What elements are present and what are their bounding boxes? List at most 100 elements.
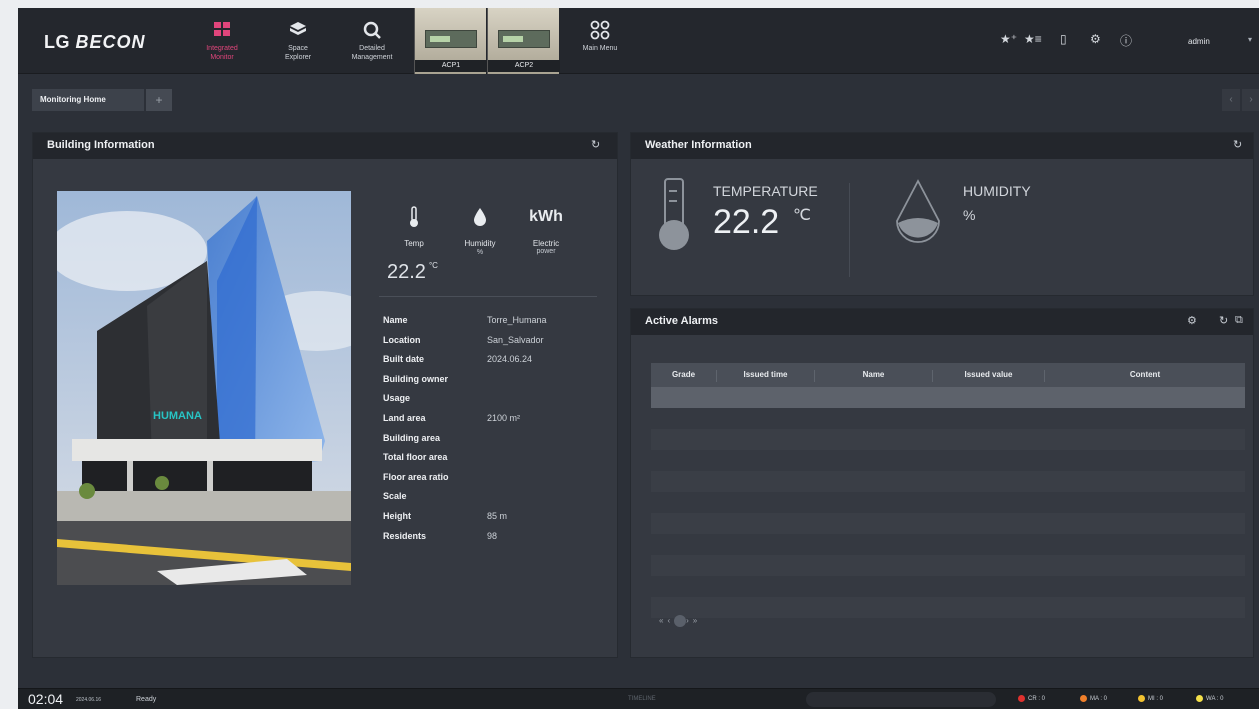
detail-key: Built date <box>383 354 425 365</box>
detail-key: Height <box>383 510 411 521</box>
detailed-management-icon <box>363 21 381 39</box>
detail-row-floor-area-ratio: Floor area ratio <box>383 472 623 492</box>
top-navigation-bar: LG BECON Integrated Monitor Space Explor… <box>18 8 1259 74</box>
thermometer-icon <box>659 178 689 250</box>
thermometer-icon <box>379 205 449 229</box>
settings-icon[interactable]: ⚙ <box>1090 32 1101 46</box>
table-row[interactable] <box>651 408 1245 429</box>
table-row[interactable] <box>651 513 1245 534</box>
clock-time: 02:04 <box>28 691 64 707</box>
status-badge-warning[interactable]: WA : 0 <box>1196 695 1223 702</box>
nav-space-explorer[interactable]: Space Explorer <box>266 12 330 74</box>
minor-dot-icon <box>1138 695 1145 702</box>
metric-label-line2: power <box>536 248 556 255</box>
detail-row-scale: Scale <box>383 491 623 511</box>
refresh-icon[interactable]: ↻ <box>1219 314 1228 327</box>
kwh-icon: kWh <box>529 208 563 225</box>
table-row[interactable] <box>651 534 1245 555</box>
section-divider <box>379 296 597 297</box>
detail-row-name: Name Torre_Humana <box>383 315 623 335</box>
device-screen <box>425 30 477 48</box>
detail-row-residents: Residents 98 <box>383 531 623 551</box>
info-icon[interactable]: ⓘ <box>1120 32 1132 49</box>
settings-icon[interactable]: ⚙ <box>1187 314 1197 327</box>
status-badge-critical[interactable]: CR : 0 <box>1018 695 1045 702</box>
clipboard-icon[interactable]: ▯ <box>1060 32 1067 46</box>
detail-value: Torre_Humana <box>487 315 547 325</box>
favorite-add-icon[interactable]: ★⁺ <box>1000 32 1017 46</box>
detail-key: Building owner <box>383 373 448 384</box>
badge-label: MA : 0 <box>1090 696 1108 703</box>
detail-value: 85 m <box>487 510 508 521</box>
detail-row-built-date: Built date 2024.06.24 <box>383 354 623 374</box>
temperature-value: 22.2 <box>713 203 780 241</box>
refresh-icon[interactable]: ↻ <box>591 138 600 151</box>
prev-page-icon[interactable]: ‹ <box>667 616 674 625</box>
status-badge-minor[interactable]: MI : 0 <box>1138 695 1163 702</box>
nav-main-menu[interactable]: Main Menu <box>568 12 632 74</box>
humidity-label: HUMIDITY <box>963 183 1031 199</box>
detail-row-building-owner: Building owner <box>383 374 623 394</box>
next-page-icon[interactable]: › <box>686 616 693 625</box>
nav-integrated-monitor[interactable]: Integrated Monitor <box>190 12 254 74</box>
tab-monitoring-home[interactable]: Monitoring Home <box>32 89 144 111</box>
tab-scroll-right-icon[interactable]: › <box>1242 89 1259 111</box>
table-row[interactable] <box>651 387 1245 408</box>
current-page-indicator[interactable] <box>674 615 687 627</box>
logo-prefix: LG <box>44 32 70 52</box>
alarm-table-header: Grade Issued time Name Issued value Cont… <box>651 363 1245 387</box>
timeline-label[interactable]: TIMELINE <box>628 696 656 702</box>
nav-detailed-management[interactable]: Detailed Management <box>340 12 404 74</box>
status-bar: 02:04 2024.06.16 Ready TIMELINE CR : 0 M… <box>18 688 1259 709</box>
add-tab-button[interactable]: + <box>146 89 172 111</box>
metric-electric-power: kWh Electric power <box>511 205 581 255</box>
device-thumb-acp2[interactable]: ACP2 <box>487 8 560 74</box>
table-row[interactable] <box>651 492 1245 513</box>
table-row[interactable] <box>651 471 1245 492</box>
temp-value: 22.2 <box>387 261 426 283</box>
column-header-issued-time[interactable]: Issued time <box>717 370 815 382</box>
refresh-icon[interactable]: ↻ <box>1233 138 1242 151</box>
column-header-name[interactable]: Name <box>815 370 933 382</box>
metric-humidity: Humidity % <box>445 205 515 256</box>
popout-icon[interactable]: ⧉ <box>1235 314 1243 327</box>
app-window: LG BECON Integrated Monitor Space Explor… <box>18 8 1259 709</box>
badge-label: WA : 0 <box>1206 696 1224 703</box>
app-logo[interactable]: LG BECON <box>44 32 146 53</box>
table-row[interactable] <box>651 450 1245 471</box>
detail-row-height: Height 85 m <box>383 511 623 531</box>
building-information-panel: Building Information ↻ HUMANA Temp Humid… <box>32 132 618 658</box>
pagination: «‹ ›» <box>659 615 701 627</box>
user-name[interactable]: admin <box>1188 37 1210 46</box>
metric-temperature: Temp <box>379 205 449 248</box>
favorite-list-icon[interactable]: ★≡ <box>1024 32 1042 46</box>
major-dot-icon <box>1080 695 1087 702</box>
device-thumb-acp1[interactable]: ACP1 <box>414 8 487 74</box>
timeline-search-field[interactable] <box>806 692 996 707</box>
temp-unit: °C <box>428 261 438 270</box>
chevron-down-icon[interactable]: ▾ <box>1248 35 1252 44</box>
panel-title: Weather Information <box>645 139 752 151</box>
tab-scroll-left-icon[interactable]: ‹ <box>1222 89 1240 111</box>
panel-header: Active Alarms ⚙ ↻ ⧉ <box>631 309 1253 335</box>
nav-label: Main Menu <box>582 45 618 52</box>
column-header-issued-value[interactable]: Issued value <box>933 370 1045 382</box>
detail-row-land-area: Land area 2100 m² <box>383 413 623 433</box>
column-header-grade[interactable]: Grade <box>651 370 717 382</box>
table-row[interactable] <box>651 597 1245 618</box>
column-header-content[interactable]: Content <box>1045 370 1245 382</box>
alarm-table: Grade Issued time Name Issued value Cont… <box>651 363 1245 618</box>
nav-label-line2: Explorer <box>284 54 312 61</box>
table-row[interactable] <box>651 429 1245 450</box>
building-illustration: HUMANA <box>57 191 351 585</box>
detail-row-total-floor-area: Total floor area <box>383 452 623 472</box>
integrated-monitor-icon <box>214 22 230 36</box>
weather-body: TEMPERATURE 22.2 ℃ HUMIDITY % <box>631 159 1253 295</box>
last-page-icon[interactable]: » <box>693 616 701 625</box>
detail-row-building-area: Building area <box>383 433 623 453</box>
table-row[interactable] <box>651 576 1245 597</box>
table-row[interactable] <box>651 555 1245 576</box>
detail-row-location: Location San_Salvador <box>383 335 623 355</box>
nav-label-line1: Integrated <box>206 45 238 52</box>
status-badge-major[interactable]: MA : 0 <box>1080 695 1107 702</box>
